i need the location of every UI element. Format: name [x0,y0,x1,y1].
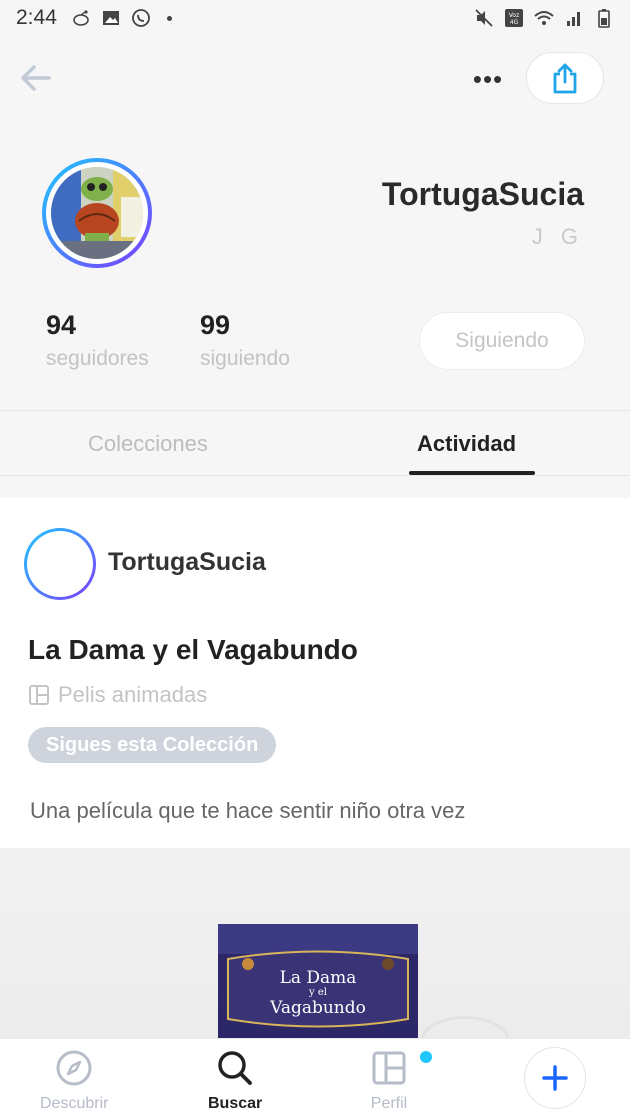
following-button[interactable]: Siguiendo [419,312,585,370]
tab-activity[interactable]: Actividad [417,431,516,457]
nav-discover-label: Descubrir [40,1095,109,1112]
status-left-icons [71,8,172,28]
screen: 2:44 Voz 4G ••• TortugaSucia J G 94 segu… [0,0,630,1120]
tab-collections[interactable]: Colecciones [88,431,208,457]
profile-username: TortugaSucia [381,176,584,212]
following-stat[interactable]: 99 siguiendo [200,310,290,371]
nav-search-label: Buscar [208,1095,263,1112]
more-options-button[interactable]: ••• [468,62,508,96]
card-collection-name: Pelis animadas [58,682,208,707]
following-collection-badge[interactable]: Sigues esta Colección [28,727,277,763]
reddit-icon [73,10,89,26]
profile-board-icon [372,1051,406,1085]
status-bar: 2:44 Voz 4G [0,0,630,36]
bottom-navigation: Descubrir Buscar Perfil [0,1038,630,1120]
image-icon [102,11,119,25]
card-image[interactable]: La Dama y el Vagabundo [0,848,630,1038]
active-tab-indicator [409,471,535,475]
nav-profile[interactable]: Perfil [370,1049,408,1113]
status-time: 2:44 [16,6,57,29]
share-button[interactable] [526,52,604,104]
card-title[interactable]: La Dama y el Vagabundo [28,634,358,666]
share-icon [553,63,577,94]
profile-notification-badge [420,1051,432,1063]
poster-title-line-2: y el [309,987,327,998]
card-username[interactable]: TortugaSucia [108,548,266,577]
avatar-image [51,167,143,259]
followers-stat[interactable]: 94 seguidores [46,310,149,371]
svg-text:Voz: Voz [509,12,519,19]
profile-real-name: J G [531,224,584,249]
following-count: 99 [200,310,231,340]
nav-discover[interactable]: Descubrir [40,1049,108,1113]
card-description: Una película que te hace sentir niño otr… [30,798,466,823]
more-horizontal-icon: ••• [472,63,504,94]
plus-icon [542,1065,568,1091]
activity-card[interactable]: TortugaSucia La Dama y el Vagabundo Peli… [0,498,630,1038]
compass-icon [56,1050,92,1086]
nav-profile-label: Perfil [370,1095,408,1112]
profile-tabs: Colecciones Actividad [0,410,630,476]
card-collection-link[interactable]: Pelis animadas [28,682,207,708]
board-icon [29,685,49,705]
status-right-icons: Voz 4G [474,8,614,28]
whatsapp-icon [131,9,150,27]
battery-icon [598,9,610,28]
search-icon [218,1051,253,1085]
mute-icon [475,9,493,27]
decorative-ring [420,1016,510,1038]
poster-title: La Dama y el Vagabundo [218,968,418,1018]
svg-text:4G: 4G [510,19,519,26]
following-label: siguiendo [200,347,290,370]
poster-title-line-1: La Dama [279,968,357,988]
wifi-icon [534,11,554,25]
signal-icon [567,12,580,26]
volte-icon: Voz4G [505,9,523,27]
profile-avatar[interactable] [42,158,152,268]
card-user-avatar[interactable] [24,528,96,600]
turtle-avatar-illustration [51,167,143,259]
notification-dot [166,15,172,21]
movie-poster: La Dama y el Vagabundo [218,924,418,1038]
back-button[interactable] [16,58,56,98]
followers-label: seguidores [46,347,149,370]
nav-search[interactable]: Buscar [208,1049,262,1113]
add-button[interactable] [524,1047,586,1109]
avatar-frame [46,162,148,264]
poster-title-line-3: Vagabundo [270,998,366,1018]
arrow-left-icon [21,65,51,91]
followers-count: 94 [46,310,77,340]
